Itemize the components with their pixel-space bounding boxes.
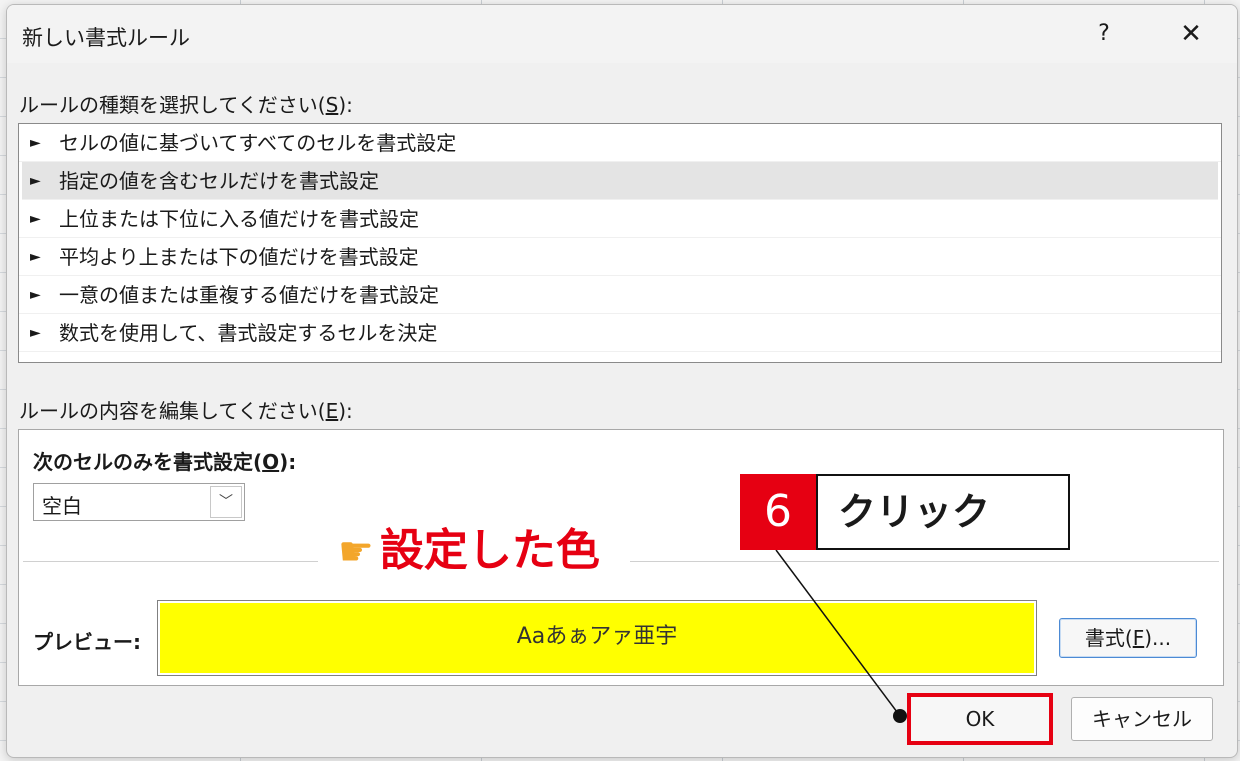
note-text: 設定した色	[379, 525, 600, 576]
title-bar: 新しい書式ルール ? ✕	[7, 5, 1237, 63]
new-format-rule-dialog: 新しい書式ルール ? ✕ ルールの種類を選択してください(S): ► セルの値に…	[6, 4, 1238, 758]
cancel-button[interactable]: キャンセル	[1071, 697, 1213, 741]
rule-type-item[interactable]: ► 一意の値または重複する値だけを書式設定	[19, 276, 1221, 314]
triangle-right-icon: ►	[30, 287, 41, 303]
rule-type-item[interactable]: ► 上位または下位に入る値だけを書式設定	[19, 200, 1221, 238]
rule-type-item-selected[interactable]: ► 指定の値を含むセルだけを書式設定	[22, 162, 1218, 200]
rule-type-label: ルールの種類を選択してください(S):	[19, 93, 353, 117]
triangle-right-icon: ►	[30, 325, 41, 341]
step-instruction: クリック	[816, 474, 1070, 550]
step-callout: 6 クリック	[740, 474, 1070, 550]
preview-sample-text: Aaあぁアァ亜宇	[160, 603, 1034, 673]
close-button[interactable]: ✕	[1173, 17, 1209, 51]
triangle-right-icon: ►	[30, 211, 41, 227]
annotation-note: ☛ 設定した色	[318, 516, 630, 586]
format-only-label: 次のセルのみを書式設定(O):	[33, 450, 297, 474]
dialog-title: 新しい書式ルール	[22, 26, 190, 50]
rule-edit-label: ルールの内容を編集してください(E):	[19, 399, 353, 423]
preview-label: プレビュー:	[33, 630, 141, 654]
triangle-right-icon: ►	[30, 249, 41, 265]
preview-box: Aaあぁアァ亜宇	[157, 600, 1037, 676]
close-icon: ✕	[1180, 19, 1202, 49]
rule-type-list[interactable]: ► セルの値に基づいてすべてのセルを書式設定 ► 指定の値を含むセルだけを書式設…	[18, 123, 1222, 363]
rule-type-item[interactable]: ► 平均より上または下の値だけを書式設定	[19, 238, 1221, 276]
select-value: 空白	[42, 494, 82, 518]
format-button[interactable]: 書式(F)...	[1059, 618, 1197, 658]
pointing-hand-icon: ☛	[338, 529, 374, 575]
step-number-badge: 6	[740, 474, 816, 550]
rule-type-item[interactable]: ► セルの値に基づいてすべてのセルを書式設定	[19, 124, 1221, 162]
chevron-down-icon[interactable]: ﹀	[210, 486, 242, 518]
triangle-right-icon: ►	[30, 173, 41, 189]
format-condition-select[interactable]: 空白 ﹀	[33, 483, 245, 521]
rule-type-item[interactable]: ► 数式を使用して、書式設定するセルを決定	[19, 314, 1221, 352]
triangle-right-icon: ►	[30, 135, 41, 151]
help-button[interactable]: ?	[1089, 17, 1119, 51]
ok-button[interactable]: OK	[907, 693, 1053, 745]
